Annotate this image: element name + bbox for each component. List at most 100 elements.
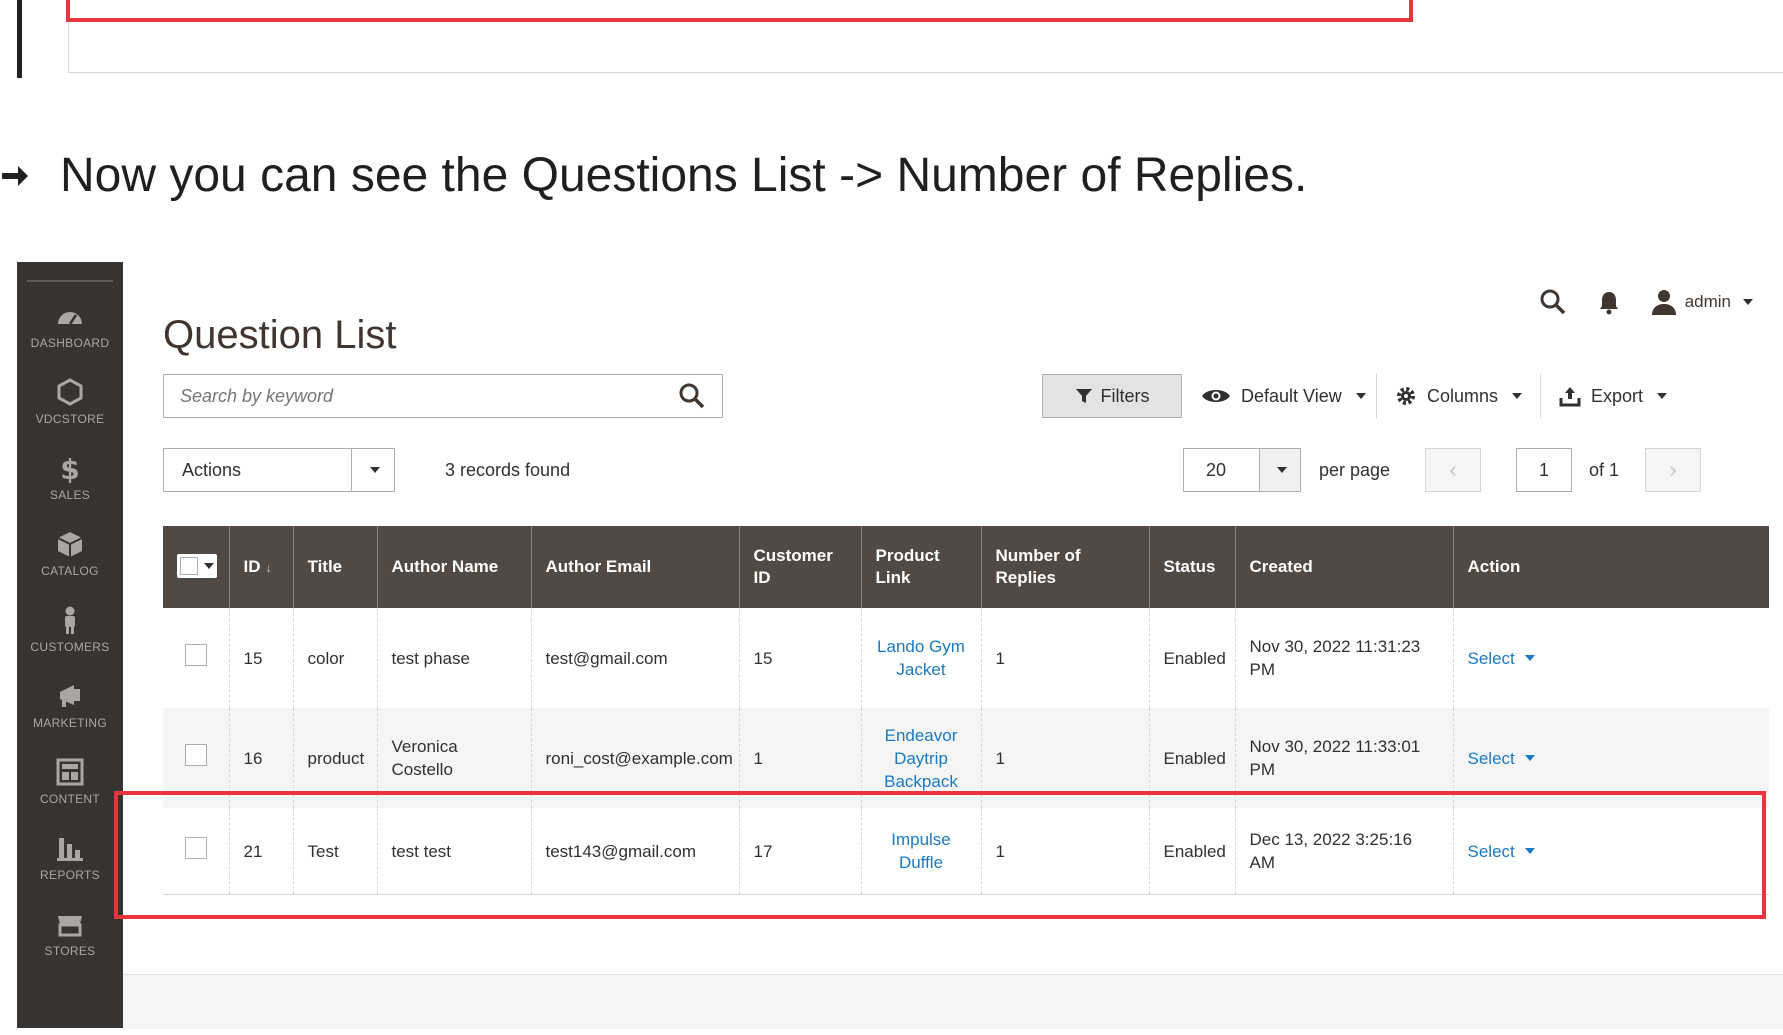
sidebar-divider: [27, 280, 113, 282]
page-title: Question List: [163, 312, 397, 357]
chevron-down-icon: [1524, 755, 1535, 761]
search-icon[interactable]: [1539, 288, 1567, 316]
row-action-select[interactable]: Select: [1468, 647, 1535, 670]
sidebar-item-label: VDCSTORE: [35, 412, 105, 426]
row-checkbox[interactable]: [184, 744, 207, 766]
chevron-down-icon: [1512, 393, 1523, 399]
column-label: Author Name: [391, 557, 499, 576]
search-icon[interactable]: [678, 382, 706, 410]
column-header-id[interactable]: ID ↓: [229, 526, 294, 608]
sidebar-item-vdcstore[interactable]: VDCSTORE: [17, 376, 123, 426]
per-page-label: per page: [1319, 459, 1391, 480]
cell-id: 15: [229, 608, 294, 708]
svg-text:$: $: [60, 453, 79, 484]
records-found: 3 records found: [445, 459, 571, 480]
cell-title: color: [293, 608, 378, 708]
sidebar-item-marketing[interactable]: MARKETING: [17, 680, 123, 730]
export-icon: [1559, 387, 1581, 407]
sidebar-item-content[interactable]: CONTENT: [17, 756, 123, 806]
filters-button[interactable]: Filters: [1042, 374, 1182, 418]
column-header-title[interactable]: Title: [293, 526, 378, 608]
highlight-box: [114, 791, 1766, 919]
cell-author-name: test phase: [377, 608, 532, 708]
column-label: Title: [307, 557, 343, 576]
column-header-number-of-replies[interactable]: Number of Replies: [981, 526, 1150, 608]
table-row: 15 color test phase test@gmail.com 15 La…: [163, 608, 1769, 708]
chevron-down-icon: [1524, 655, 1535, 661]
hexagon-icon: [57, 378, 83, 406]
eye-icon: [1202, 390, 1230, 402]
dollar-icon: $: [60, 453, 79, 484]
toolbar-separator: [1376, 374, 1377, 418]
column-label: Customer ID: [753, 546, 833, 587]
export-label: Export: [1591, 385, 1644, 406]
gear-icon: [1397, 387, 1415, 405]
product-link[interactable]: Lando Gym Jacket: [877, 637, 965, 679]
column-header-product-link[interactable]: Product Link: [861, 526, 982, 608]
per-page-select[interactable]: 20: [1183, 448, 1301, 492]
column-header-customer-id[interactable]: Customer ID: [739, 526, 862, 608]
column-header-action: Action: [1453, 526, 1769, 608]
sidebar-item-label: MARKETING: [32, 716, 108, 730]
admin-username: admin: [1684, 292, 1731, 311]
fragment-sidebar-edge: [17, 0, 22, 78]
select-all-header: [163, 526, 230, 608]
admin-user-menu[interactable]: admin: [1651, 288, 1753, 316]
columns-dropdown[interactable]: Columns: [1395, 374, 1523, 418]
keyword-search: [163, 374, 723, 418]
search-input[interactable]: [178, 375, 662, 417]
select-label: Select: [1467, 648, 1515, 668]
per-page-value: 20: [1206, 459, 1227, 480]
header-actions: admin: [1539, 288, 1753, 316]
default-view-dropdown[interactable]: Default View: [1201, 374, 1366, 418]
sidebar-item-sales[interactable]: $ SALES: [17, 452, 123, 502]
sidebar-item-catalog[interactable]: CATALOG: [17, 528, 123, 578]
column-header-author-name[interactable]: Author Name: [377, 526, 532, 608]
page-number-input[interactable]: 1: [1516, 448, 1572, 492]
user-icon: [1651, 290, 1676, 315]
cell-product-link: Lando Gym Jacket: [861, 608, 982, 708]
row-select-cell: [163, 608, 230, 708]
dashboard-icon: [58, 312, 82, 325]
export-dropdown[interactable]: Export: [1559, 374, 1668, 418]
store-icon: [58, 916, 82, 937]
chevron-down-icon: [1657, 393, 1668, 399]
sidebar-item-customers[interactable]: CUSTOMERS: [17, 604, 123, 654]
dropdown-toggle[interactable]: [1259, 449, 1300, 491]
sidebar-item-label: CONTENT: [39, 792, 101, 806]
chevron-down-icon: [1743, 299, 1753, 305]
select-label: Select: [1467, 748, 1515, 768]
sidebar-item-reports[interactable]: REPORTS: [17, 832, 123, 882]
admin-sidebar: DASHBOARD VDCSTORE $ SALES CATALOG CUSTO…: [17, 262, 123, 1028]
column-header-author-email[interactable]: Author Email: [531, 526, 740, 608]
row-action-select[interactable]: Select: [1468, 747, 1535, 770]
layout-icon: [56, 758, 84, 786]
row-checkbox[interactable]: [184, 644, 207, 666]
mass-actions-dropdown[interactable]: Actions: [163, 448, 395, 492]
sidebar-item-label: CATALOG: [41, 564, 99, 578]
sidebar-item-label: DASHBOARD: [30, 336, 110, 350]
fragment-highlight-box: [66, 0, 1413, 22]
cell-author-email: test@gmail.com: [531, 608, 740, 708]
box-icon: [57, 532, 83, 557]
column-label: Author Email: [545, 557, 652, 576]
dropdown-toggle[interactable]: [351, 449, 394, 491]
sidebar-item-stores[interactable]: STORES: [17, 908, 123, 958]
previous-page-button[interactable]: ‹: [1425, 448, 1481, 492]
column-label: Product Link: [875, 546, 940, 587]
next-page-button[interactable]: ›: [1645, 448, 1701, 492]
toolbar-separator: [1540, 374, 1541, 418]
product-link[interactable]: Endeavor Daytrip Backpack: [884, 726, 958, 791]
select-all-checkbox[interactable]: [180, 556, 198, 575]
column-header-created[interactable]: Created: [1235, 526, 1454, 608]
previous-screenshot-fragment: [0, 0, 1783, 80]
mass-select-toggle[interactable]: [177, 553, 217, 578]
chevron-down-icon: [1277, 467, 1287, 473]
sidebar-item-dashboard[interactable]: DASHBOARD: [17, 300, 123, 350]
notification-bell-icon[interactable]: [1595, 288, 1623, 316]
column-label: Action: [1467, 557, 1521, 576]
column-header-status[interactable]: Status: [1149, 526, 1236, 608]
chevron-down-icon: [370, 467, 380, 473]
sidebar-item-label: STORES: [44, 944, 96, 958]
cell-status: Enabled: [1149, 608, 1236, 708]
